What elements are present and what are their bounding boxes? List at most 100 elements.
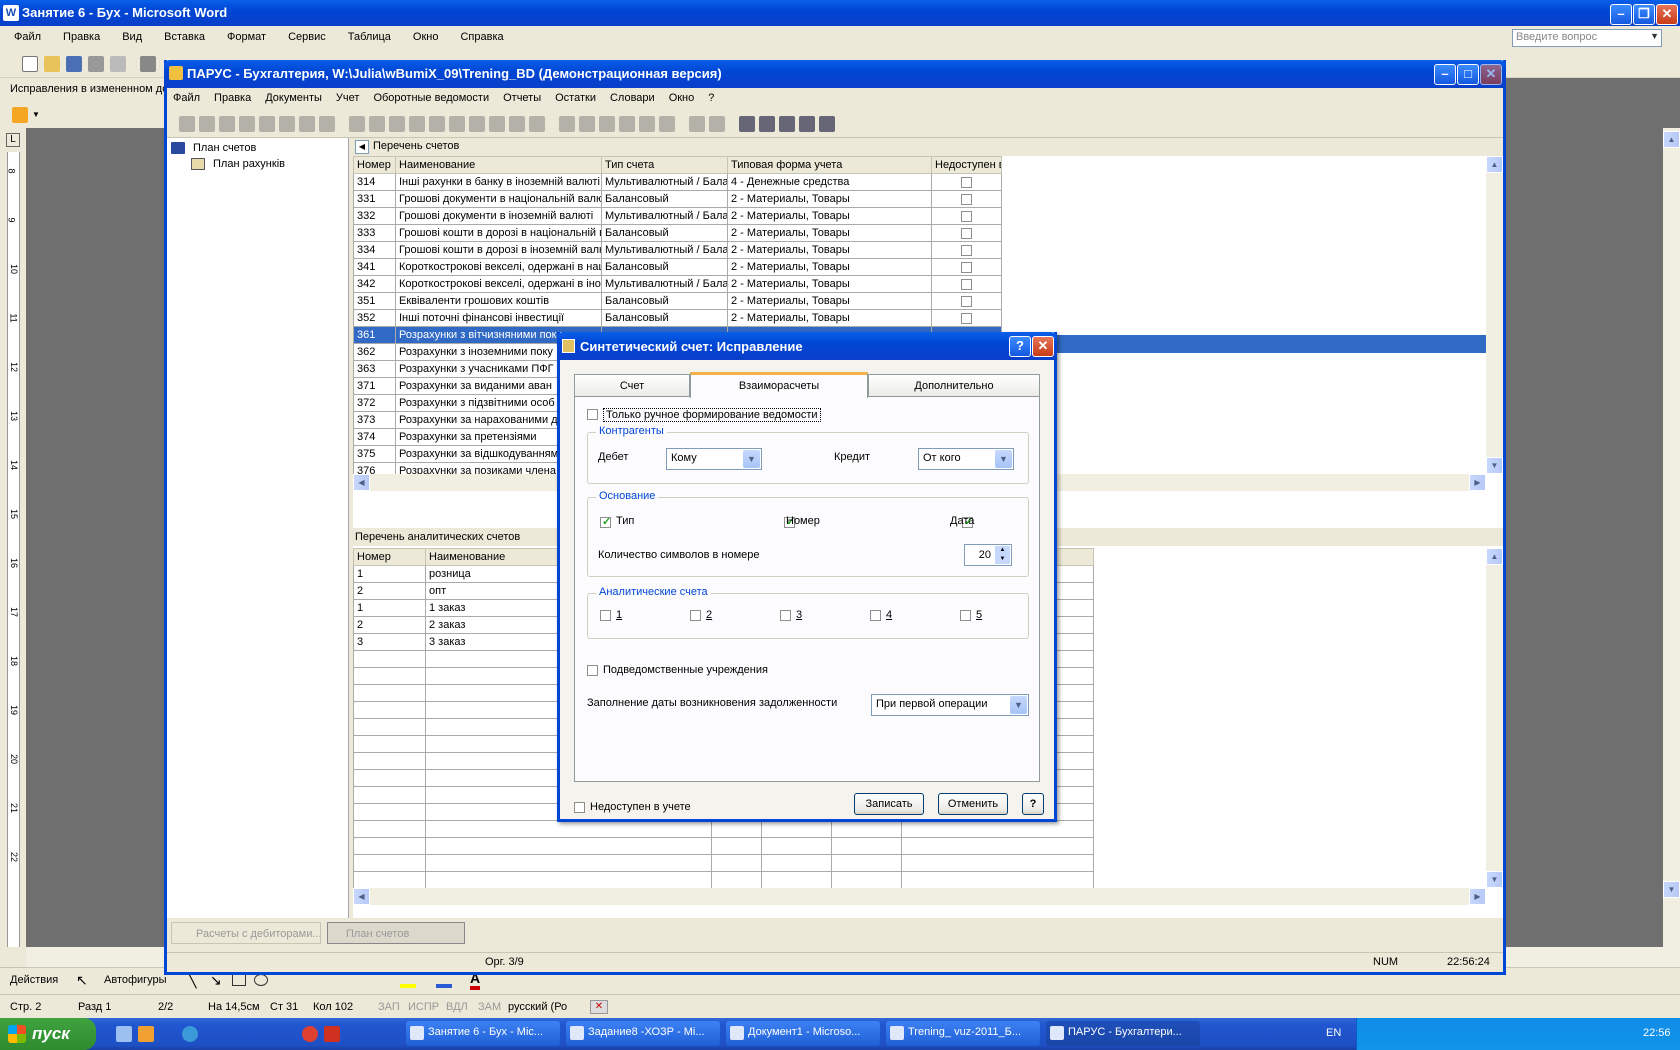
parus-menu-item[interactable]: Файл — [167, 92, 206, 104]
collapse-left-icon[interactable]: ◀ — [355, 140, 369, 154]
column-header[interactable]: Наименование — [395, 156, 602, 174]
word-menu-item[interactable]: Файл — [8, 31, 47, 43]
taskbar-item[interactable]: ПАРУС - Бухгалтери... — [1046, 1021, 1200, 1046]
list-icon[interactable] — [709, 116, 725, 132]
unavailable-checkbox[interactable] — [574, 802, 585, 813]
parus-menu-item[interactable]: Правка — [208, 92, 257, 104]
word-menu-item[interactable]: Правка — [57, 31, 106, 43]
word-menu-item[interactable]: Вставка — [158, 31, 211, 43]
tree-root[interactable]: План счетов — [193, 142, 256, 154]
print-icon[interactable] — [88, 56, 104, 72]
unavailable-cell[interactable] — [931, 224, 1002, 242]
scroll-down-icon[interactable]: ▼ — [1486, 871, 1503, 888]
print-icon[interactable] — [299, 116, 315, 132]
spelling-status-icon[interactable]: ✕ — [590, 1000, 608, 1014]
tracking-display-label[interactable]: Исправления в измененном до — [10, 83, 168, 95]
word-menu-item[interactable]: Формат — [221, 31, 272, 43]
word-restore-button[interactable]: ❐ — [1633, 4, 1655, 25]
chars-spinner[interactable]: 20 ▲ ▼ — [964, 544, 1012, 566]
parus-close-button[interactable]: ✕ — [1480, 64, 1502, 85]
type-checkbox[interactable] — [600, 515, 611, 528]
report-icon[interactable] — [389, 116, 405, 132]
chevron-down-icon[interactable]: ▼ — [1010, 696, 1027, 714]
scroll-right-icon[interactable]: ▶ — [1469, 474, 1486, 491]
language-indicator[interactable]: EN — [1326, 1027, 1341, 1039]
link-icon[interactable] — [559, 116, 575, 132]
unavailable-checkbox[interactable] — [961, 193, 972, 205]
tab-stop-icon[interactable]: L — [6, 133, 20, 147]
table-row[interactable]: 342 Короткострокові векселі, одержані в і… — [353, 275, 1002, 293]
open-folder-icon[interactable] — [44, 56, 60, 72]
parus-menu-item[interactable]: ? — [702, 92, 720, 104]
cancel-button[interactable]: Отменить — [938, 793, 1008, 815]
scroll-down-icon[interactable]: ▼ — [1486, 457, 1503, 474]
word-help-box[interactable]: Введите вопрос ▼ — [1512, 29, 1662, 47]
analytics-hscroll[interactable]: ◀ ▶ — [353, 888, 1486, 905]
unavailable-cell[interactable] — [931, 173, 1002, 191]
table-row[interactable] — [353, 871, 1094, 889]
tab-account[interactable]: Счет — [574, 374, 690, 396]
tool-icon[interactable] — [509, 116, 525, 132]
unavailable-checkbox[interactable] — [961, 176, 972, 188]
print-preview-icon[interactable] — [110, 56, 126, 72]
accounts-vscroll[interactable]: ▲ ▼ — [1486, 156, 1503, 474]
parus-menu-item[interactable]: Отчеты — [497, 92, 547, 104]
table-row[interactable]: 351 Еквіваленти грошових коштів Балансовый… — [353, 292, 1002, 310]
save-icon[interactable] — [66, 56, 82, 72]
tray-clock[interactable]: 22:56 — [1643, 1027, 1671, 1039]
scroll-up-icon[interactable]: ▲ — [1663, 131, 1680, 148]
gmail-icon[interactable] — [324, 1026, 340, 1042]
browser-icon[interactable] — [182, 1026, 198, 1042]
chevron-down-icon[interactable]: ▼ — [995, 450, 1012, 468]
unavailable-checkbox[interactable] — [961, 278, 972, 290]
parus-menu-item[interactable]: Учет — [330, 92, 366, 104]
scroll-left-icon[interactable]: ◀ — [353, 474, 370, 491]
table-row[interactable] — [353, 854, 1094, 872]
table-row[interactable]: 333 Грошові кошти в дорозі в національній… — [353, 224, 1002, 242]
analytic-checkbox[interactable] — [960, 610, 971, 621]
media-player-icon[interactable] — [138, 1026, 154, 1042]
taskbar-item[interactable]: Trening_ vuz-2011_Б... — [886, 1021, 1040, 1046]
word-menu-item[interactable]: Справка — [454, 31, 509, 43]
copy-icon[interactable] — [199, 116, 215, 132]
unavailable-cell[interactable] — [931, 241, 1002, 259]
word-menu-item[interactable]: Сервис — [282, 31, 332, 43]
scroll-down-icon[interactable]: ▼ — [1663, 881, 1680, 898]
word-menu-item[interactable]: Таблица — [342, 31, 397, 43]
table-row[interactable] — [353, 820, 1094, 838]
credit-combo[interactable]: От кого ▼ — [918, 448, 1014, 470]
window-tab-plan[interactable]: План счетов — [327, 922, 465, 944]
unavailable-cell[interactable] — [931, 258, 1002, 276]
spin-down-icon[interactable]: ▼ — [995, 555, 1010, 564]
refresh-icon[interactable] — [529, 116, 545, 132]
import-icon[interactable] — [449, 116, 465, 132]
taskbar-item[interactable]: Документ1 - Microso... — [726, 1021, 880, 1046]
parus-menu-item[interactable]: Оборотные ведомости — [367, 92, 495, 104]
taskbar-item[interactable]: Занятие 6 - Бух - Mic... — [406, 1021, 560, 1046]
unavailable-checkbox[interactable] — [961, 244, 972, 256]
unavailable-cell[interactable] — [931, 275, 1002, 293]
exit-icon[interactable] — [819, 116, 835, 132]
chevron-down-icon[interactable]: ▼ — [32, 110, 40, 119]
column-header[interactable]: Типовая форма учета — [727, 156, 932, 174]
analytic-checkbox[interactable] — [870, 610, 881, 621]
unavailable-checkbox[interactable] — [961, 312, 972, 324]
account-icon[interactable] — [639, 116, 655, 132]
unavailable-cell[interactable] — [931, 309, 1002, 327]
select-objects-icon[interactable]: ↖ — [76, 972, 88, 989]
table-row[interactable]: 331 Грошові документи в національній валю… — [353, 190, 1002, 208]
parus-maximize-button[interactable]: □ — [1457, 64, 1479, 85]
analytic-checkbox[interactable] — [600, 610, 611, 621]
unavailable-cell[interactable] — [931, 292, 1002, 310]
analytic-checkbox[interactable] — [690, 610, 701, 621]
scroll-up-icon[interactable]: ▲ — [1486, 156, 1503, 173]
window-tab-debtors[interactable]: Расчеты с дебиторами... — [171, 922, 321, 944]
word-minimize-button[interactable]: – — [1610, 4, 1632, 25]
unavailable-cell[interactable] — [931, 207, 1002, 225]
parus-menu-item[interactable]: Остатки — [549, 92, 602, 104]
account-icon[interactable] — [659, 116, 675, 132]
help-button[interactable]: ? — [1022, 793, 1044, 815]
status-ovr[interactable]: ЗАМ — [478, 1001, 501, 1013]
word-right-scrollbar[interactable]: ▲ ▼ — [1663, 128, 1680, 967]
autoshapes-menu[interactable]: Автофигуры — [104, 974, 167, 986]
